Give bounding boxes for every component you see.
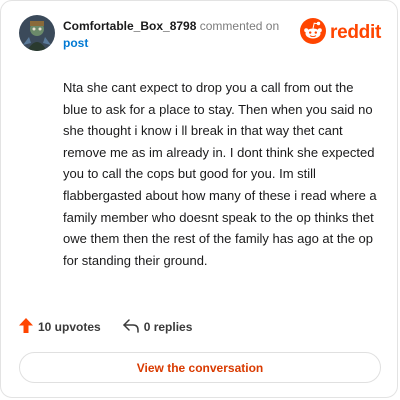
comment-header: Comfortable_Box_8798 commented on post r… [19,15,383,59]
reddit-snoo-icon [300,17,327,49]
upvote-count: 10 upvotes [38,320,101,334]
commented-on-text: commented on [199,19,280,33]
username-link[interactable]: Comfortable_Box_8798 [63,19,196,33]
reply-action[interactable]: 0 replies [122,318,193,336]
reddit-logo[interactable]: reddit [300,17,381,49]
comment-card: Comfortable_Box_8798 commented on post r… [0,0,398,398]
upvote-action[interactable]: 10 upvotes [19,318,101,336]
comment-actions: 10 upvotes 0 replies [19,317,192,337]
comment-meta: Comfortable_Box_8798 commented on post [63,18,293,52]
reply-count: 0 replies [143,320,193,334]
reddit-wordmark: reddit [330,22,381,43]
upvote-icon[interactable] [19,318,33,336]
avatar[interactable] [19,15,55,51]
post-link[interactable]: post [63,36,88,50]
view-conversation-button[interactable]: View the conversation [19,352,381,383]
reply-icon[interactable] [122,318,139,336]
comment-body: Nta she cant expect to drop you a call f… [63,80,377,268]
